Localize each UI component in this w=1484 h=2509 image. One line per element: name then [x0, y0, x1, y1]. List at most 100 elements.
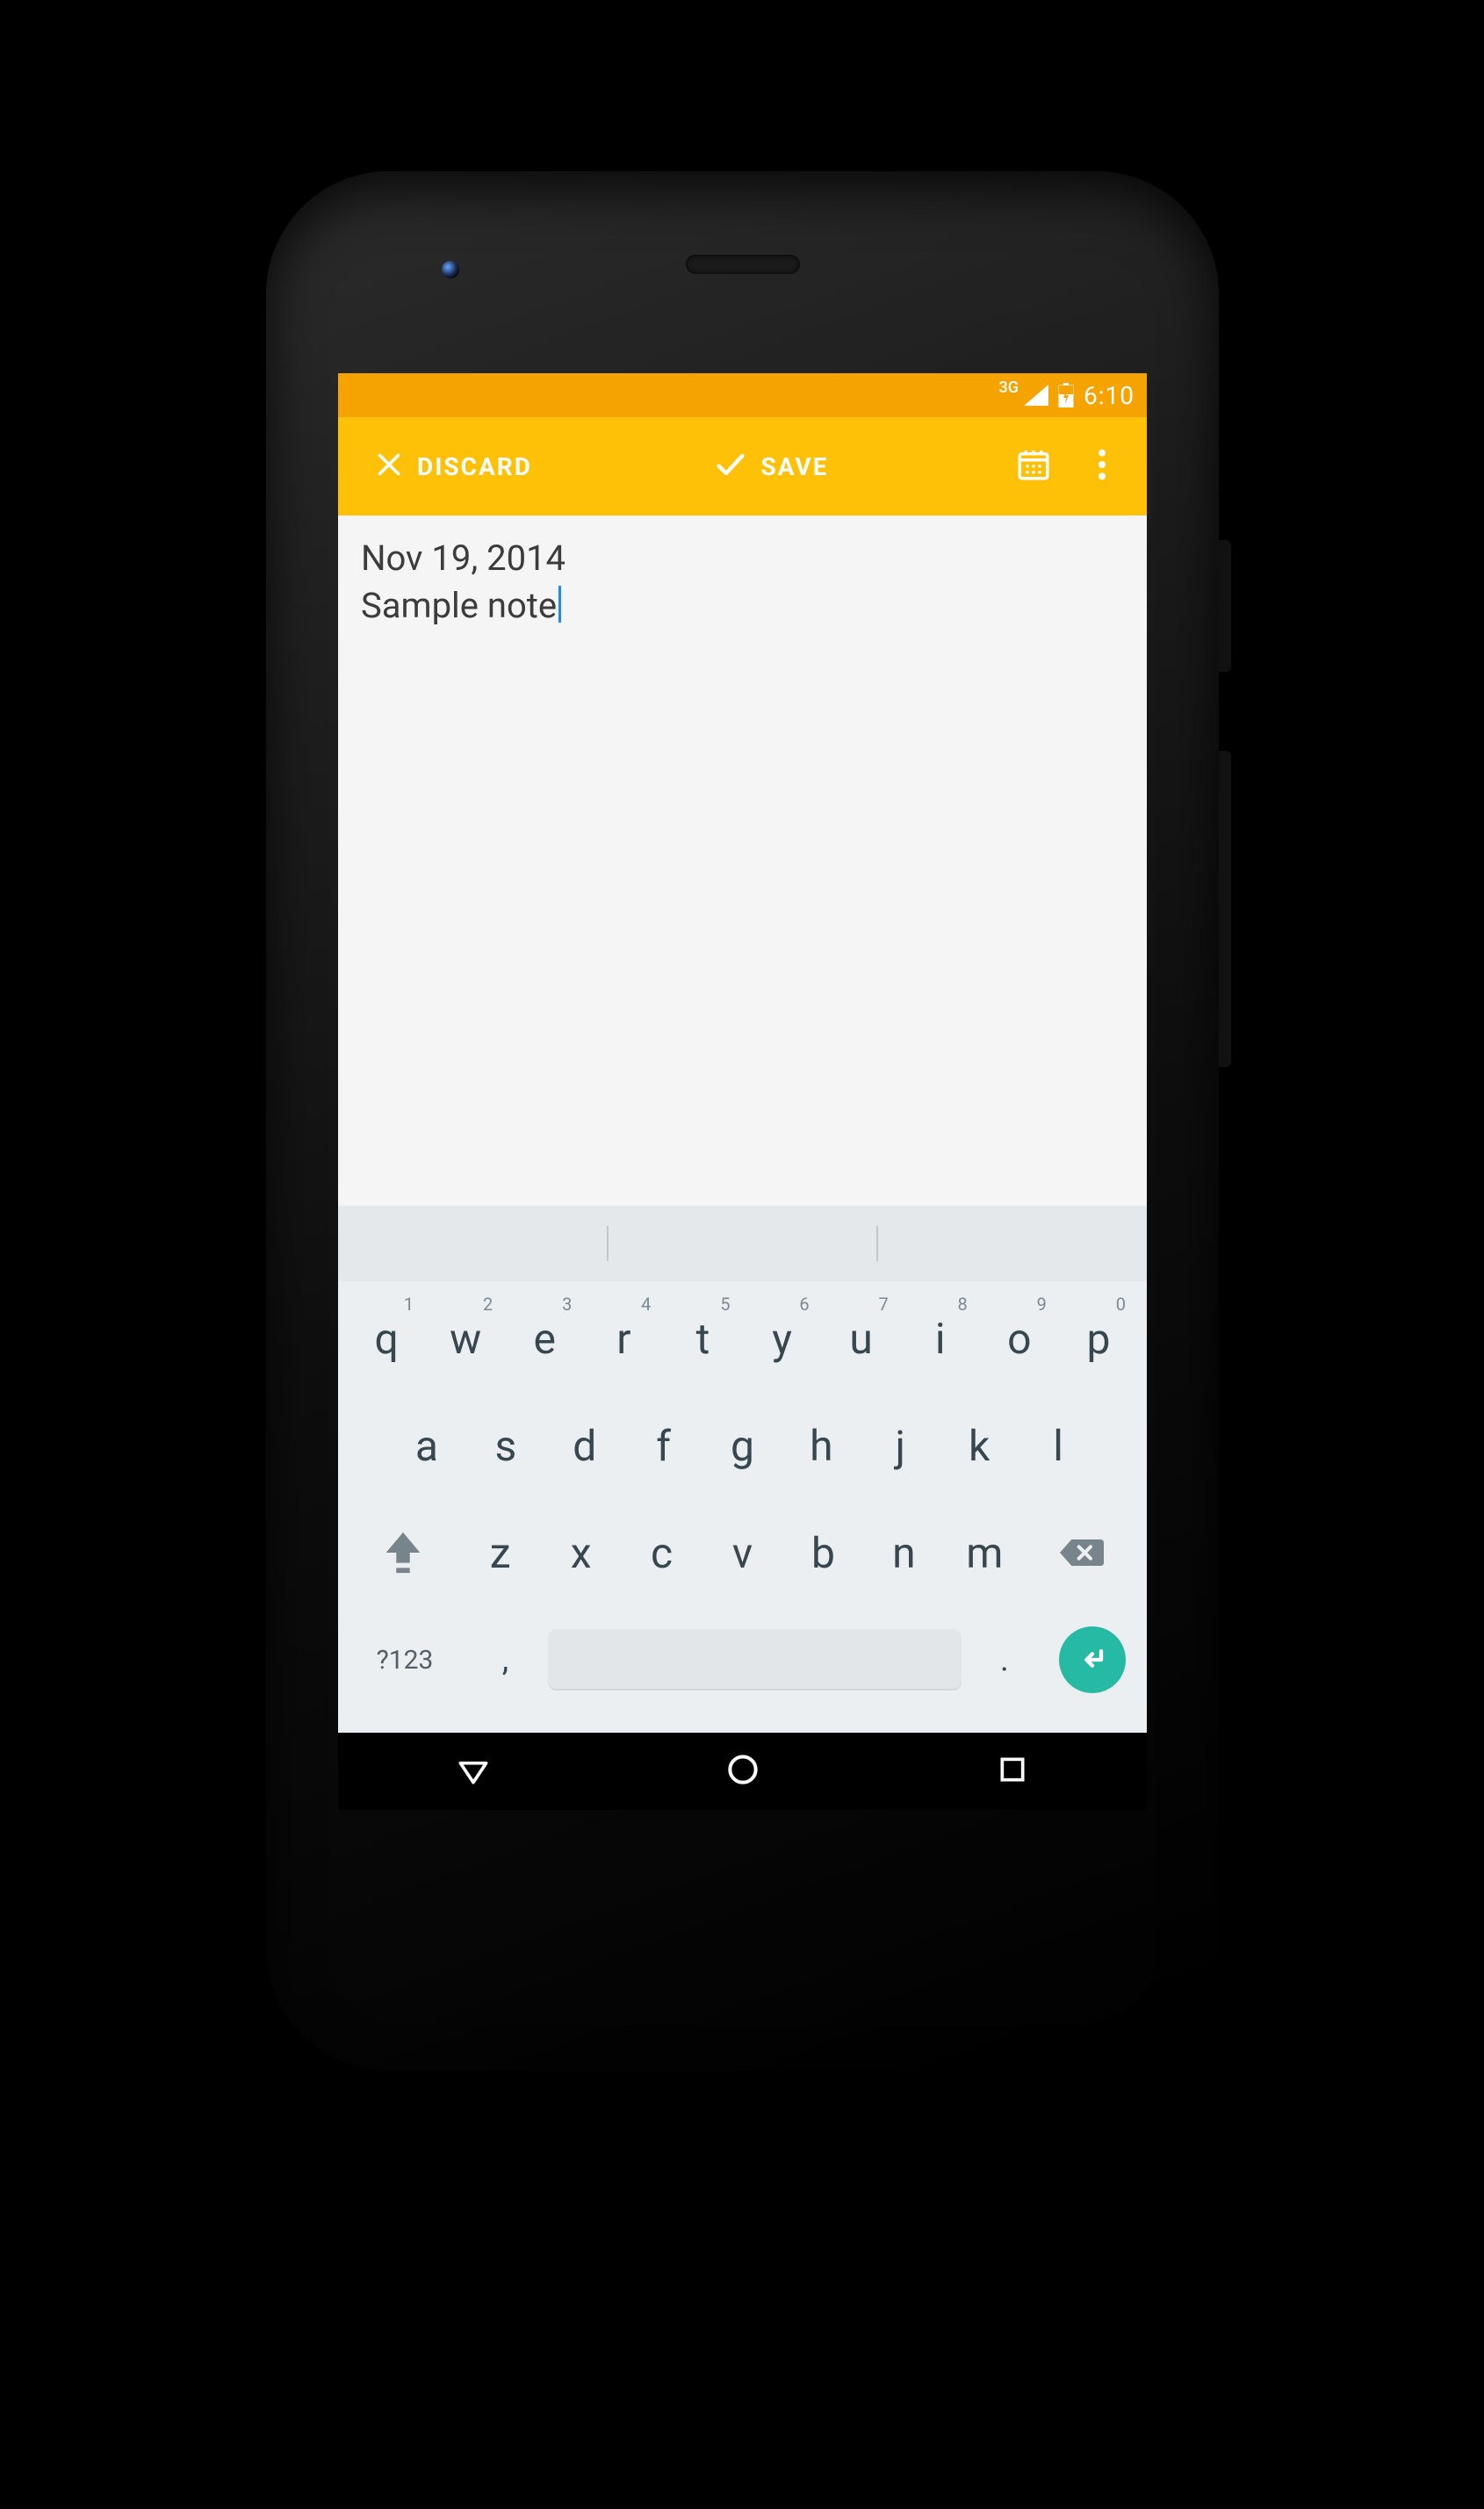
- key-l[interactable]: l: [1019, 1395, 1098, 1496]
- key-label: m: [966, 1528, 1003, 1578]
- key-label: e: [534, 1314, 556, 1364]
- text-cursor: [558, 586, 561, 623]
- screen: 3G 6:10: [338, 373, 1147, 1810]
- key-label: n: [892, 1528, 916, 1578]
- key-label: f: [656, 1421, 671, 1471]
- discard-button[interactable]: DISCARD: [356, 417, 550, 515]
- backspace-icon: [1057, 1535, 1106, 1570]
- save-button[interactable]: SAVE: [695, 417, 846, 515]
- key-label: i: [935, 1314, 946, 1364]
- key-a[interactable]: a: [387, 1395, 466, 1496]
- key-x[interactable]: x: [541, 1503, 622, 1603]
- key-z[interactable]: z: [460, 1503, 541, 1603]
- statusbar: 3G 6:10: [338, 373, 1147, 417]
- key-label: l: [1053, 1421, 1063, 1471]
- key-i[interactable]: i8: [901, 1288, 980, 1388]
- key-superscript: 9: [1037, 1294, 1047, 1315]
- note-date: Nov 19, 2014: [361, 535, 1124, 582]
- key-label: z: [490, 1528, 511, 1578]
- key-label: a: [415, 1421, 438, 1471]
- key-label: s: [494, 1421, 516, 1471]
- key-superscript: 6: [799, 1294, 809, 1315]
- key-superscript: 0: [1116, 1294, 1126, 1315]
- network-type-label: 3G: [999, 379, 1019, 397]
- key-label: h: [810, 1421, 832, 1471]
- key-p[interactable]: p0: [1059, 1288, 1138, 1388]
- key-y[interactable]: y6: [743, 1288, 822, 1388]
- close-icon: [373, 449, 405, 484]
- key-label: r: [616, 1314, 630, 1364]
- key-label: x: [571, 1528, 592, 1578]
- suggestion-bar: [338, 1206, 1147, 1281]
- device-volume-button: [1219, 751, 1231, 1067]
- actionbar: DISCARD SAVE: [338, 417, 1147, 515]
- shift-key[interactable]: [347, 1503, 460, 1603]
- key-g[interactable]: g: [703, 1395, 782, 1496]
- key-d[interactable]: d: [545, 1395, 624, 1496]
- symbols-key-label: ?123: [377, 1645, 434, 1676]
- key-superscript: 8: [958, 1294, 968, 1315]
- key-n[interactable]: n: [863, 1503, 944, 1603]
- suggestion-slot[interactable]: [609, 1206, 877, 1281]
- key-r[interactable]: r4: [584, 1288, 663, 1388]
- key-j[interactable]: j: [861, 1395, 940, 1496]
- key-label: g: [731, 1421, 754, 1471]
- space-key[interactable]: [548, 1610, 962, 1710]
- key-f[interactable]: f: [624, 1395, 703, 1496]
- key-b[interactable]: b: [782, 1503, 863, 1603]
- period-key-label: .: [1000, 1640, 1009, 1679]
- key-label: c: [651, 1528, 673, 1578]
- comma-key-label: ,: [502, 1640, 508, 1679]
- soft-keyboard: q1w2e3r4t5y6u7i8o9p0 asdfghjkl zxcvbnm: [338, 1206, 1147, 1733]
- key-m[interactable]: m: [944, 1503, 1025, 1603]
- key-k[interactable]: k: [940, 1395, 1019, 1496]
- key-superscript: 4: [641, 1294, 651, 1315]
- key-v[interactable]: v: [702, 1503, 783, 1603]
- key-label: j: [896, 1421, 905, 1471]
- key-w[interactable]: w2: [426, 1288, 505, 1388]
- shift-icon: [382, 1529, 424, 1576]
- key-label: t: [696, 1314, 710, 1364]
- note-body-text: Sample note: [361, 585, 557, 626]
- period-key[interactable]: .: [967, 1610, 1041, 1710]
- key-c[interactable]: c: [622, 1503, 702, 1603]
- enter-icon: [1059, 1626, 1126, 1693]
- key-t[interactable]: t5: [663, 1288, 742, 1388]
- nav-home-button[interactable]: [717, 1745, 769, 1798]
- key-label: q: [374, 1314, 398, 1364]
- key-h[interactable]: h: [782, 1395, 861, 1496]
- nav-home-icon: [724, 1750, 762, 1792]
- nav-recents-button[interactable]: [986, 1745, 1039, 1798]
- key-superscript: 3: [562, 1294, 572, 1315]
- comma-key[interactable]: ,: [468, 1610, 543, 1710]
- backspace-key[interactable]: [1025, 1503, 1138, 1603]
- more-vert-icon: [1098, 447, 1106, 486]
- key-superscript: 1: [404, 1294, 414, 1315]
- statusbar-clock: 6:10: [1084, 381, 1135, 410]
- key-o[interactable]: o9: [980, 1288, 1059, 1388]
- key-label: u: [849, 1314, 872, 1364]
- key-u[interactable]: u7: [822, 1288, 901, 1388]
- note-body-line: Sample note: [361, 582, 1124, 630]
- nav-back-icon: [454, 1750, 493, 1792]
- note-editor[interactable]: Nov 19, 2014 Sample note: [338, 515, 1147, 1039]
- key-label: o: [1007, 1314, 1031, 1364]
- key-q[interactable]: q1: [347, 1288, 426, 1388]
- device-earpiece: [686, 255, 800, 274]
- save-label: SAVE: [760, 452, 828, 481]
- calendar-button[interactable]: [992, 417, 1075, 515]
- key-label: w: [450, 1314, 481, 1364]
- device-front-camera: [442, 261, 459, 278]
- suggestion-slot[interactable]: [878, 1206, 1147, 1281]
- key-s[interactable]: s: [466, 1395, 545, 1496]
- key-e[interactable]: e3: [505, 1288, 584, 1388]
- suggestion-slot[interactable]: [338, 1206, 607, 1281]
- enter-key[interactable]: [1047, 1610, 1138, 1710]
- signal-icon: [1024, 385, 1048, 406]
- device-frame: 3G 6:10: [266, 171, 1219, 2071]
- overflow-menu-button[interactable]: [1075, 417, 1129, 515]
- symbols-key[interactable]: ?123: [347, 1610, 463, 1710]
- check-icon: [713, 447, 748, 486]
- device-power-button: [1219, 540, 1231, 672]
- nav-back-button[interactable]: [447, 1745, 500, 1798]
